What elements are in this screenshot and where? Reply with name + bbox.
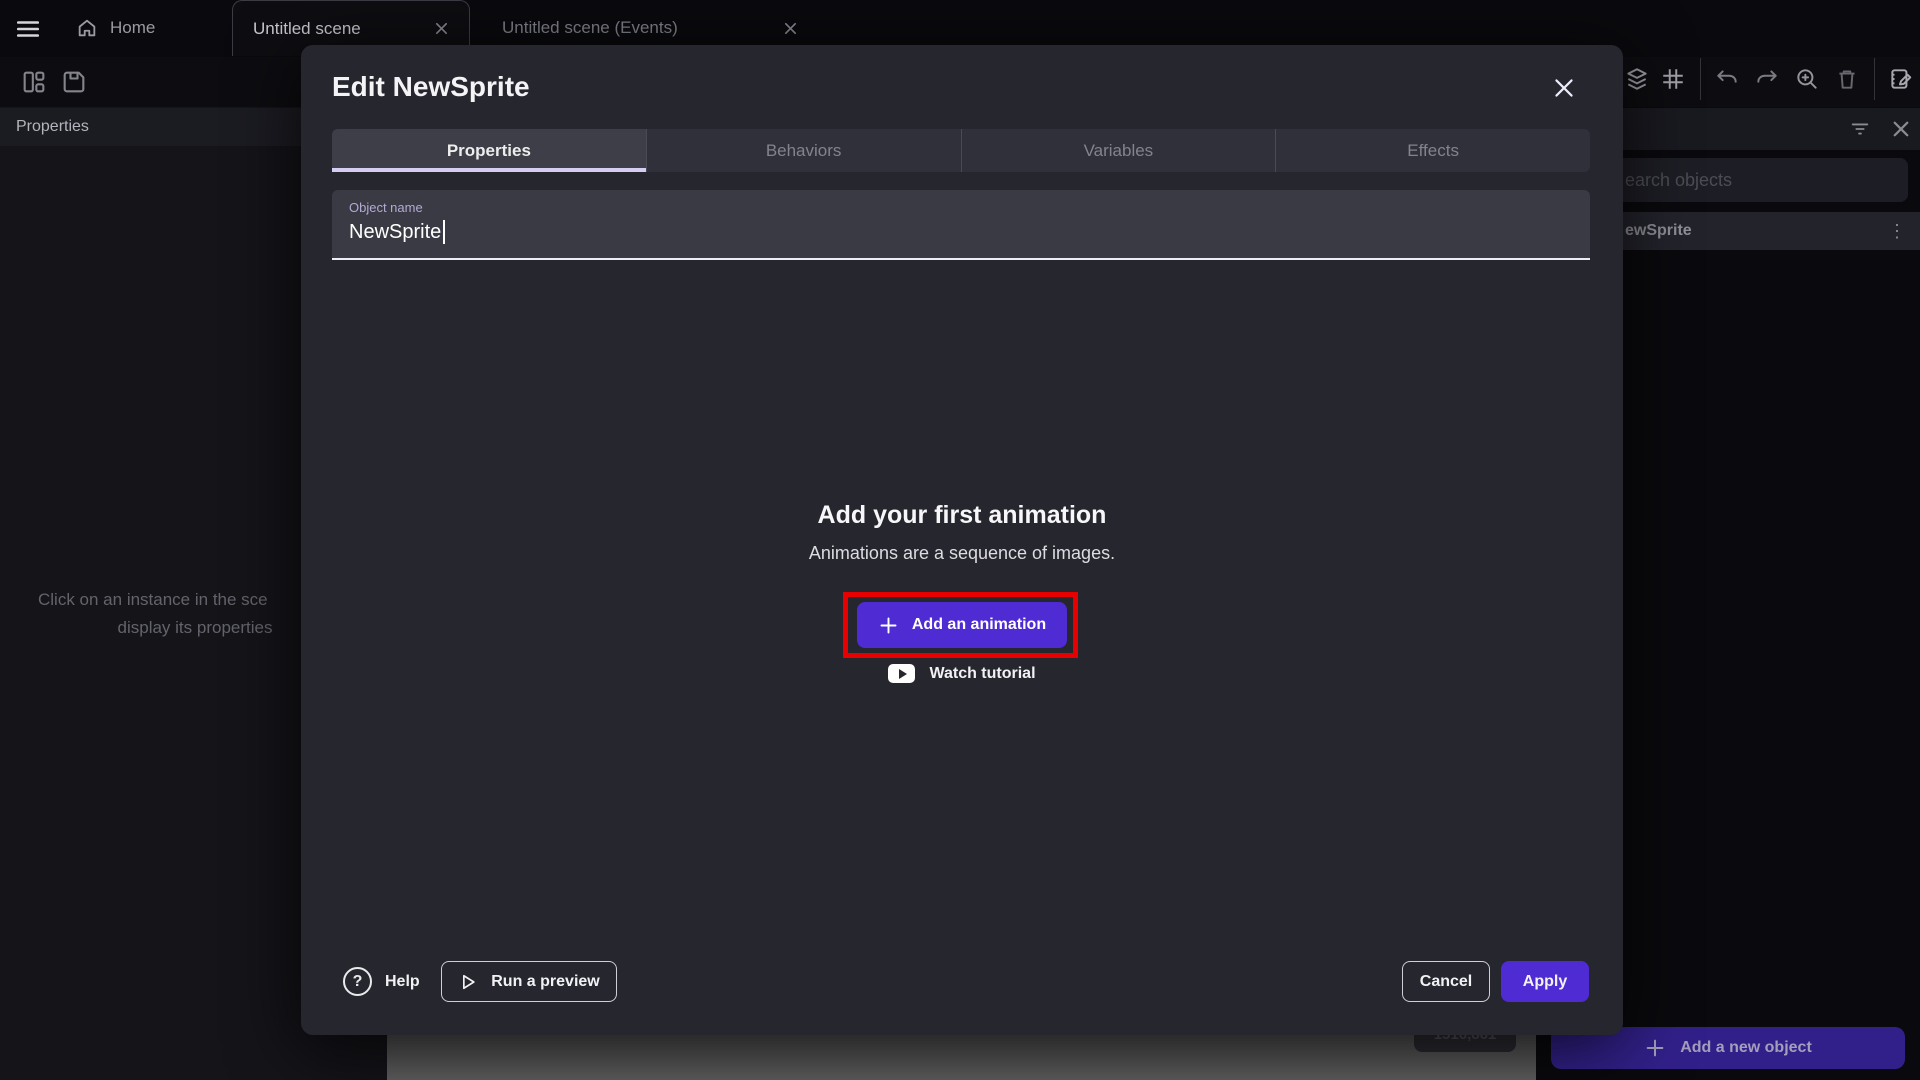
home-icon [76, 17, 98, 39]
edit-scene-icon[interactable] [1884, 62, 1918, 96]
toolbar-divider [1700, 58, 1701, 100]
app-root: Home Untitled scene Untitled scene (Even… [0, 0, 1920, 1080]
filter-icon[interactable] [1843, 112, 1877, 146]
panels-layout-icon[interactable] [20, 68, 48, 96]
tab-behaviors[interactable]: Behaviors [646, 129, 961, 172]
zoom-in-icon[interactable] [1790, 62, 1824, 96]
toolbar-divider [1874, 58, 1875, 100]
youtube-icon [888, 664, 915, 683]
add-animation-label: Add an animation [912, 616, 1046, 634]
grid-icon[interactable] [1656, 62, 1690, 96]
object-name-field[interactable]: Object name NewSprite [332, 190, 1590, 260]
play-icon [458, 972, 478, 992]
edit-sprite-dialog: Edit NewSprite Properties Behaviors Vari… [301, 45, 1623, 1035]
run-preview-label: Run a preview [491, 973, 599, 991]
hamburger-menu-icon[interactable] [12, 14, 44, 44]
object-name-label: Object name [349, 200, 1573, 215]
tab-properties[interactable]: Properties [332, 129, 646, 172]
tab-events-label: Untitled scene (Events) [502, 18, 678, 38]
tab-variables[interactable]: Variables [961, 129, 1276, 172]
add-new-object-label: Add a new object [1680, 1039, 1812, 1057]
empty-state-subtitle: Animations are a sequence of images. [301, 543, 1623, 564]
add-animation-button[interactable]: Add an animation [857, 602, 1067, 648]
apply-button[interactable]: Apply [1501, 961, 1589, 1002]
panel-close-icon[interactable] [1884, 112, 1918, 146]
tab-home[interactable]: Home [56, 0, 206, 56]
empty-state-title: Add your first animation [301, 501, 1623, 530]
tab-scene-label: Untitled scene [253, 19, 361, 39]
save-icon[interactable] [60, 68, 88, 96]
help-label: Help [385, 973, 420, 991]
tab-close-icon[interactable] [434, 21, 449, 36]
undo-icon[interactable] [1710, 62, 1744, 96]
dialog-title: Edit NewSprite [332, 71, 530, 103]
plus-icon [878, 615, 899, 636]
properties-panel-title: Properties [16, 118, 89, 136]
redo-icon[interactable] [1750, 62, 1784, 96]
dialog-close-icon[interactable] [1547, 71, 1581, 105]
tab-close-icon[interactable] [783, 21, 798, 36]
search-objects-input[interactable] [1609, 158, 1908, 202]
plus-icon [1644, 1037, 1666, 1059]
tab-effects[interactable]: Effects [1275, 129, 1590, 172]
properties-empty-message-line1: Click on an instance in the sce [38, 590, 268, 610]
help-button[interactable]: ? Help [343, 961, 420, 1002]
object-name-input[interactable]: NewSprite [349, 220, 1573, 244]
run-preview-button[interactable]: Run a preview [441, 961, 617, 1002]
scene-canvas[interactable] [387, 1035, 1536, 1080]
cancel-button[interactable]: Cancel [1402, 961, 1490, 1002]
dialog-tab-bar: Properties Behaviors Variables Effects [332, 129, 1590, 172]
trash-icon[interactable] [1830, 62, 1864, 96]
help-icon: ? [343, 967, 372, 996]
object-item-label: ewSprite [1625, 222, 1692, 240]
kebab-menu-icon[interactable]: ⋮ [1888, 212, 1906, 250]
watch-tutorial-link[interactable]: Watch tutorial [301, 664, 1623, 683]
tab-home-label: Home [110, 18, 155, 38]
layers-icon[interactable] [1620, 62, 1654, 96]
watch-tutorial-label: Watch tutorial [929, 665, 1035, 683]
text-caret [443, 220, 445, 244]
